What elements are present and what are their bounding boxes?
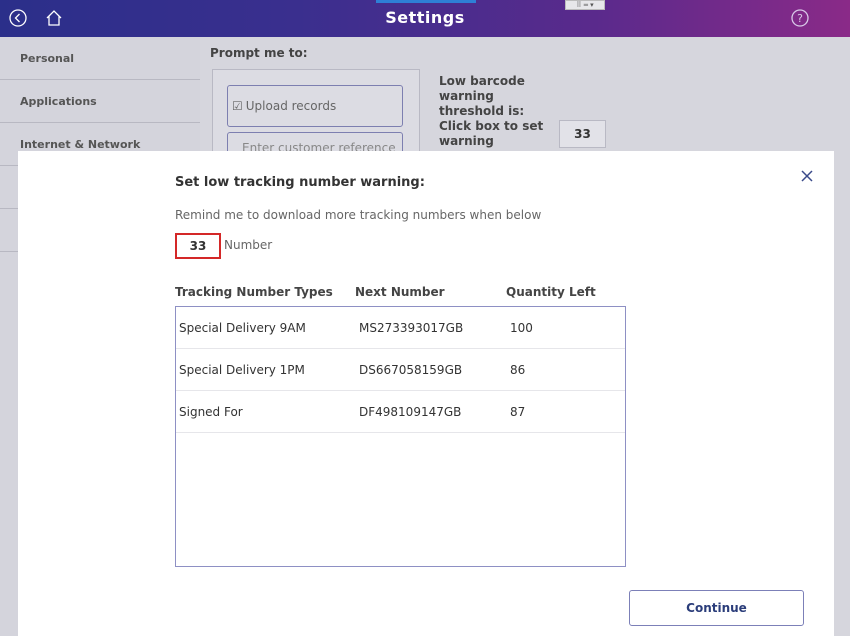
threshold-input[interactable]: 33 — [559, 120, 606, 148]
cell-type: Special Delivery 9AM — [179, 321, 306, 335]
threshold-label: Low barcode warning threshold is: Click … — [439, 74, 544, 148]
dialog-title: Set low tracking number warning: — [175, 175, 425, 190]
sidebar-item-personal[interactable]: Personal — [0, 37, 200, 80]
remind-text: Remind me to download more tracking numb… — [175, 208, 542, 222]
cell-type: Special Delivery 1PM — [179, 363, 305, 377]
page-title: Settings — [385, 8, 465, 27]
sidebar-item-label: Internet & Network — [20, 137, 141, 151]
sidebar-item-label: Applications — [20, 94, 97, 108]
app-header: Settings ⠿ ═ ▾ ? — [0, 0, 850, 37]
tracking-table: Special Delivery 9AM MS273393017GB 100 S… — [175, 306, 626, 567]
upload-records-checkbox[interactable]: ☑ Upload records — [227, 85, 403, 127]
cell-quantity: 86 — [510, 363, 526, 377]
tracking-warning-dialog: Set low tracking number warning: Remind … — [18, 151, 834, 636]
table-row[interactable]: Special Delivery 1PM DS667058159GB 86 — [176, 349, 625, 391]
cell-quantity: 100 — [510, 321, 533, 335]
help-icon[interactable]: ? — [790, 8, 810, 28]
close-icon[interactable] — [797, 166, 817, 186]
sidebar-item-label: Personal — [20, 51, 75, 65]
column-header-next: Next Number — [355, 285, 445, 299]
cell-next-number: MS273393017GB — [359, 321, 464, 335]
checkbox-icon: ☑ — [232, 99, 243, 113]
cell-next-number: DS667058159GB — [359, 363, 463, 377]
svg-text:?: ? — [797, 12, 803, 25]
window-handle[interactable]: ⠿ ═ ▾ — [565, 0, 605, 10]
warning-number-input[interactable]: 33 — [175, 233, 221, 259]
continue-button[interactable]: Continue — [629, 590, 804, 626]
column-header-quantity: Quantity Left — [506, 285, 596, 299]
column-header-type: Tracking Number Types — [175, 285, 333, 299]
checkbox-label: Upload records — [245, 99, 337, 113]
sidebar-item-applications[interactable]: Applications — [0, 80, 200, 123]
prompt-title: Prompt me to: — [210, 46, 308, 60]
number-label: Number — [224, 238, 273, 252]
header-tab-indicator — [376, 0, 476, 3]
cell-quantity: 87 — [510, 405, 526, 419]
table-row[interactable]: Signed For DF498109147GB 87 — [176, 391, 625, 433]
cell-next-number: DF498109147GB — [359, 405, 462, 419]
cell-type: Signed For — [179, 405, 243, 419]
table-row[interactable]: Special Delivery 9AM MS273393017GB 100 — [176, 307, 625, 349]
